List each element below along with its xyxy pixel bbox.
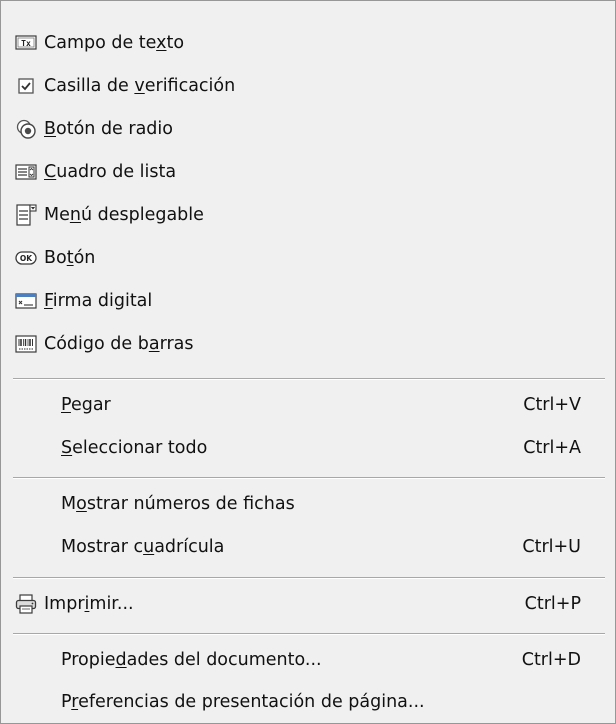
menu-separator: [13, 577, 605, 579]
menu-item-label: Seleccionar todo: [61, 438, 208, 458]
menu-separator: [13, 378, 605, 380]
printer-icon: [15, 594, 37, 614]
barcode-icon: [15, 335, 37, 353]
svg-text:Tx: Tx: [21, 39, 31, 48]
menu-item-show-grid[interactable]: Mostrar cuadrícula Ctrl+U: [1, 525, 615, 569]
list-box-icon: [15, 164, 37, 180]
text-field-icon: Tx: [15, 35, 37, 50]
menu-item-list-box[interactable]: Cuadro de lista: [1, 150, 615, 194]
menu-separator: [13, 477, 605, 479]
menu-item-label: Mostrar cuadrícula: [61, 537, 225, 557]
menu-item-barcode[interactable]: Código de barras: [1, 322, 615, 366]
menu-item-radio-button[interactable]: Botón de radio: [1, 107, 615, 151]
radio-button-icon: [16, 119, 36, 139]
menu-item-page-display-preferences[interactable]: Preferencias de presentación de página..…: [1, 680, 615, 724]
menu-item-text-field[interactable]: Tx Campo de texto: [1, 21, 615, 65]
menu-item-label: Preferencias de presentación de página..…: [61, 692, 425, 712]
dropdown-menu-icon: [16, 204, 37, 226]
context-menu: Tx Campo de texto Casilla de verificació…: [0, 0, 616, 724]
menu-item-label: Campo de texto: [44, 33, 185, 53]
menu-item-show-tab-numbers[interactable]: Mostrar números de fichas: [1, 482, 615, 526]
menu-item-paste[interactable]: Pegar Ctrl+V: [1, 383, 615, 427]
menu-item-checkbox[interactable]: Casilla de verificación: [1, 64, 615, 108]
menu-separator: [13, 633, 605, 635]
menu-item-label: Mostrar números de fichas: [61, 494, 295, 514]
menu-item-shortcut: Ctrl+V: [523, 395, 581, 415]
menu-item-digital-signature[interactable]: Firma digital: [1, 279, 615, 323]
menu-item-dropdown[interactable]: Menú desplegable: [1, 193, 615, 237]
menu-item-label: Menú desplegable: [44, 205, 204, 225]
ok-button-icon: OK: [15, 251, 37, 265]
menu-item-print[interactable]: Imprimir... Ctrl+P: [1, 582, 615, 626]
menu-item-label: Casilla de verificación: [44, 76, 236, 96]
menu-item-shortcut: Ctrl+A: [523, 438, 581, 458]
menu-item-select-all[interactable]: Seleccionar todo Ctrl+A: [1, 426, 615, 470]
checkbox-icon: [18, 78, 34, 94]
menu-item-shortcut: Ctrl+U: [522, 537, 581, 557]
menu-item-label: Imprimir...: [44, 594, 134, 614]
menu-item-label: Propiedades del documento...: [61, 650, 322, 670]
menu-item-label: Código de barras: [44, 334, 194, 354]
menu-item-document-properties[interactable]: Propiedades del documento... Ctrl+D: [1, 638, 615, 682]
menu-item-label: Pegar: [61, 395, 111, 415]
menu-item-shortcut: Ctrl+D: [521, 650, 581, 670]
menu-item-shortcut: Ctrl+P: [524, 594, 581, 614]
menu-item-button[interactable]: OK Botón: [1, 236, 615, 280]
menu-item-label: Firma digital: [44, 291, 153, 311]
digital-signature-icon: [15, 293, 37, 309]
menu-item-label: Botón: [44, 248, 96, 268]
svg-text:OK: OK: [20, 254, 33, 263]
menu-item-label: Cuadro de lista: [44, 162, 177, 182]
menu-item-label: Botón de radio: [44, 119, 173, 139]
